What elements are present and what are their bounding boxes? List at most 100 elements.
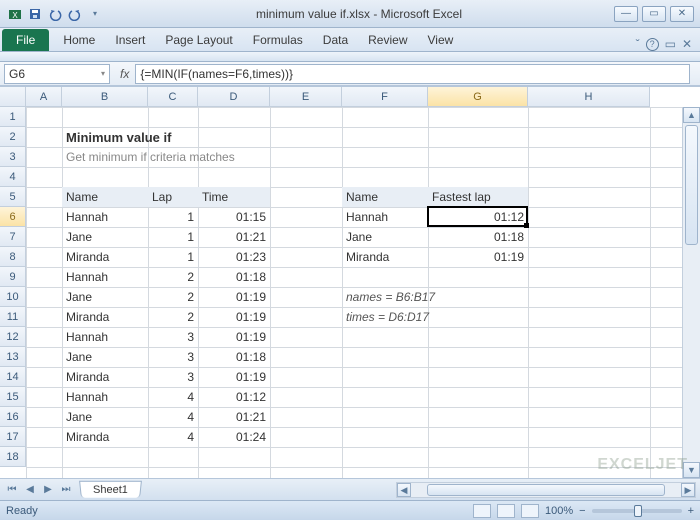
page-subtitle[interactable]: Get minimum if criteria matches [62,147,342,167]
zoom-out-button[interactable]: − [579,505,585,517]
column-header-F[interactable]: F [342,87,428,107]
left-name-10[interactable]: Jane [62,407,148,427]
tab-view[interactable]: View [418,29,464,51]
restore-button[interactable]: ▭ [642,6,666,22]
help-icon[interactable]: ? [646,38,659,51]
left-name-2[interactable]: Miranda [62,247,148,267]
right-fast-2[interactable]: 01:19 [428,247,528,267]
right-header-fast[interactable]: Fastest lap [428,187,528,207]
left-header-lap[interactable]: Lap [148,187,198,207]
doc-close-icon[interactable]: ✕ [682,37,692,51]
left-time-0[interactable]: 01:15 [198,207,270,227]
left-time-6[interactable]: 01:19 [198,327,270,347]
row-header-10[interactable]: 10 [0,287,26,307]
column-header-A[interactable]: A [26,87,62,107]
left-lap-0[interactable]: 1 [148,207,198,227]
spreadsheet-grid[interactable]: ABCDEFGH 123456789101112131415161718 Min… [0,86,700,478]
scroll-left-button[interactable]: ◀ [397,483,411,497]
redo-icon[interactable] [66,5,84,23]
formula-bar[interactable]: {=MIN(IF(names=F6,times))} [135,64,690,84]
row-header-12[interactable]: 12 [0,327,26,347]
horizontal-scroll-thumb[interactable] [427,484,665,496]
left-name-0[interactable]: Hannah [62,207,148,227]
tab-page-layout[interactable]: Page Layout [155,29,242,51]
left-name-3[interactable]: Hannah [62,267,148,287]
minimize-button[interactable]: — [614,6,638,22]
cells-area[interactable]: Minimum value ifGet minimum if criteria … [26,107,682,478]
left-header-name[interactable]: Name [62,187,148,207]
view-page-layout-button[interactable] [497,504,515,518]
fx-icon[interactable]: fx [120,67,129,81]
sheet-tab-1[interactable]: Sheet1 [79,481,142,498]
column-header-B[interactable]: B [62,87,148,107]
row-header-15[interactable]: 15 [0,387,26,407]
right-fast-1[interactable]: 01:18 [428,227,528,247]
left-lap-1[interactable]: 1 [148,227,198,247]
vertical-scrollbar[interactable]: ▲ ▼ [682,107,700,478]
row-header-18[interactable]: 18 [0,447,26,467]
left-time-9[interactable]: 01:12 [198,387,270,407]
ribbon-minimize-icon[interactable]: ˇ [636,37,640,51]
note-times[interactable]: times = D6:D17 [342,307,528,327]
undo-icon[interactable] [46,5,64,23]
tab-nav-last[interactable]: ⏭ [58,482,74,498]
doc-restore-icon[interactable]: ▭ [665,37,676,51]
right-name-2[interactable]: Miranda [342,247,428,267]
row-header-14[interactable]: 14 [0,367,26,387]
column-header-H[interactable]: H [528,87,650,107]
row-header-4[interactable]: 4 [0,167,26,187]
column-header-E[interactable]: E [270,87,342,107]
left-name-5[interactable]: Miranda [62,307,148,327]
tab-home[interactable]: Home [53,29,105,51]
left-lap-10[interactable]: 4 [148,407,198,427]
right-name-1[interactable]: Jane [342,227,428,247]
page-title[interactable]: Minimum value if [62,127,342,147]
save-icon[interactable] [26,5,44,23]
row-header-9[interactable]: 9 [0,267,26,287]
left-time-3[interactable]: 01:18 [198,267,270,287]
zoom-slider[interactable] [592,509,682,513]
row-header-13[interactable]: 13 [0,347,26,367]
left-lap-2[interactable]: 1 [148,247,198,267]
row-header-2[interactable]: 2 [0,127,26,147]
name-box-dropdown-icon[interactable]: ▾ [101,69,105,78]
row-header-1[interactable]: 1 [0,107,26,127]
left-name-8[interactable]: Miranda [62,367,148,387]
left-time-5[interactable]: 01:19 [198,307,270,327]
left-lap-3[interactable]: 2 [148,267,198,287]
left-time-8[interactable]: 01:19 [198,367,270,387]
view-page-break-button[interactable] [521,504,539,518]
left-lap-8[interactable]: 3 [148,367,198,387]
column-header-C[interactable]: C [148,87,198,107]
column-header-D[interactable]: D [198,87,270,107]
select-all-corner[interactable] [0,87,26,107]
scroll-up-button[interactable]: ▲ [683,107,700,123]
left-header-time[interactable]: Time [198,187,270,207]
vertical-scroll-thumb[interactable] [685,125,698,245]
left-time-4[interactable]: 01:19 [198,287,270,307]
left-time-10[interactable]: 01:21 [198,407,270,427]
row-header-16[interactable]: 16 [0,407,26,427]
row-header-6[interactable]: 6 [0,207,26,227]
left-time-1[interactable]: 01:21 [198,227,270,247]
left-time-2[interactable]: 01:23 [198,247,270,267]
tab-nav-next[interactable]: ▶ [40,482,56,498]
view-normal-button[interactable] [473,504,491,518]
left-time-7[interactable]: 01:18 [198,347,270,367]
zoom-in-button[interactable]: + [688,505,694,517]
left-lap-6[interactable]: 3 [148,327,198,347]
name-box[interactable]: G6 ▾ [4,64,110,84]
excel-icon[interactable]: X [6,5,24,23]
left-lap-9[interactable]: 4 [148,387,198,407]
tab-data[interactable]: Data [313,29,358,51]
tab-formulas[interactable]: Formulas [243,29,313,51]
tab-review[interactable]: Review [358,29,417,51]
note-names[interactable]: names = B6:B17 [342,287,528,307]
row-header-11[interactable]: 11 [0,307,26,327]
left-name-1[interactable]: Jane [62,227,148,247]
tab-insert[interactable]: Insert [105,29,155,51]
left-lap-5[interactable]: 2 [148,307,198,327]
zoom-thumb[interactable] [634,505,642,517]
column-header-G[interactable]: G [428,87,528,107]
left-lap-11[interactable]: 4 [148,427,198,447]
